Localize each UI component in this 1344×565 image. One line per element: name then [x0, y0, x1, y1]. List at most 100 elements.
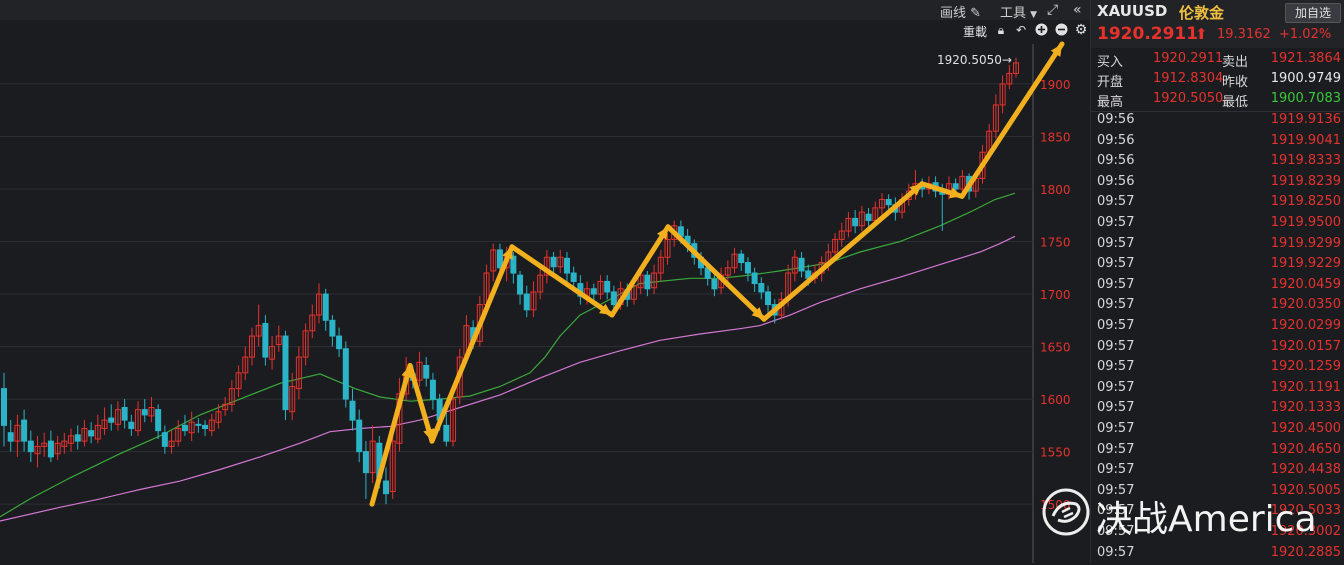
- tick-time: 09:57: [1097, 318, 1135, 333]
- quote-panel: XAUUSD 伦敦金 加自选 1920.2911 ⬆ 19.3162 +1.02…: [1090, 0, 1344, 563]
- fullscreen-icon[interactable]: ⤢: [1047, 2, 1058, 18]
- tick-price: 1919.9041: [1270, 132, 1341, 148]
- candle-down: [751, 272, 758, 285]
- candle-down: [517, 274, 524, 295]
- tick-price: 1920.4650: [1270, 441, 1341, 457]
- high-low-row: 最高 1920.5050 最低 1900.7083: [1091, 91, 1344, 111]
- tick-price: 1920.4438: [1270, 462, 1341, 478]
- candle-down: [282, 335, 289, 411]
- bid-value: 1920.2911: [1153, 51, 1224, 66]
- open-label: 开盘: [1097, 75, 1124, 90]
- candle-down: [336, 335, 343, 350]
- tick-price: 1919.9229: [1270, 256, 1341, 272]
- tick-price: 1919.8239: [1270, 173, 1341, 189]
- candle-down: [610, 291, 617, 306]
- candle-down: [141, 409, 148, 416]
- tick-price: 1920.4500: [1270, 421, 1341, 436]
- tick-row: 09:57 1920.2885: [1091, 545, 1344, 565]
- tick-row: 09:57 1920.4650: [1091, 442, 1344, 463]
- tools-button[interactable]: 工具 ▼: [1000, 2, 1037, 21]
- tick-price: 1920.2885: [1270, 544, 1341, 560]
- tick-row: 09:57 1920.0459: [1091, 277, 1344, 298]
- candle-down: [108, 417, 115, 423]
- arrow-up-icon: ⬆: [1195, 25, 1208, 43]
- tools-label: 工具: [1000, 6, 1027, 21]
- y-tick-label: 1900: [1040, 78, 1071, 92]
- draw-line-label: 画线: [940, 6, 967, 21]
- draw-line-button[interactable]: 画线 ✎: [940, 2, 981, 21]
- trend-arrow-segment: [609, 224, 671, 318]
- tick-time: 09:57: [1097, 297, 1135, 313]
- candle-down: [121, 407, 128, 421]
- add-watchlist-button[interactable]: 加自选: [1285, 3, 1341, 23]
- candle-down: [1, 388, 7, 426]
- watermark-logo-icon: [1042, 488, 1090, 536]
- settings-gear-icon[interactable]: ⚙: [1074, 23, 1088, 37]
- watermark: 决战America: [1040, 484, 1340, 540]
- reload-button[interactable]: 重載: [963, 23, 987, 40]
- low-value: 1900.7083: [1270, 91, 1341, 106]
- high-label: 最高: [1097, 95, 1124, 110]
- collapse-panel-icon[interactable]: «: [1073, 2, 1082, 18]
- tick-price: 1919.9500: [1270, 215, 1341, 230]
- candle-down: [47, 440, 54, 458]
- watermark-text: 决战America: [1096, 499, 1317, 540]
- tick-row: 09:57 1920.0350: [1091, 297, 1344, 318]
- tick-time: 09:57: [1097, 462, 1135, 478]
- tick-price: 1920.1333: [1270, 400, 1341, 416]
- y-tick-label: 1800: [1040, 183, 1071, 197]
- y-tick-label: 1650: [1040, 341, 1071, 355]
- tick-time: 09:57: [1097, 338, 1135, 354]
- y-tick-label: 1550: [1040, 446, 1071, 460]
- candle-down: [738, 253, 745, 264]
- quote-header: XAUUSD 伦敦金 加自选 1920.2911 ⬆ 19.3162 +1.02…: [1091, 0, 1344, 48]
- tick-time: 09:57: [1097, 441, 1135, 457]
- trend-arrow-segment: [761, 181, 925, 322]
- last-price: 1920.2911: [1097, 24, 1199, 44]
- tick-time: 09:56: [1097, 153, 1135, 169]
- open-prev-row: 开盘 1912.8304 昨收 1900.9749: [1091, 71, 1344, 91]
- candle-down: [744, 262, 751, 274]
- candle-down: [262, 322, 269, 358]
- tick-price: 1920.0459: [1270, 276, 1341, 292]
- trend-arrow-segment: [429, 244, 515, 444]
- y-tick-label: 1700: [1040, 288, 1071, 302]
- lock-icon[interactable]: 🔒︎: [994, 23, 1008, 37]
- tick-time: 09:57: [1097, 421, 1135, 436]
- low-label: 最低: [1222, 95, 1249, 110]
- tick-row: 09:57 1920.4438: [1091, 462, 1344, 483]
- candle-down: [570, 272, 577, 282]
- candle-down: [758, 283, 765, 293]
- zoom-in-icon[interactable]: [1034, 23, 1048, 37]
- candle-down: [604, 280, 611, 293]
- tick-time: 09:56: [1097, 132, 1135, 148]
- candle-down: [852, 217, 859, 227]
- candle-down: [181, 424, 188, 432]
- symbol-code: XAUUSD: [1097, 2, 1168, 20]
- chart-panel[interactable]: 1500 1550 1600 1650 1700 1750 1800 1850 1900 1920…: [0, 0, 1090, 563]
- tick-time: 09:57: [1097, 400, 1135, 416]
- tick-time: 09:57: [1097, 235, 1135, 251]
- candle-down: [765, 291, 772, 306]
- undo-icon[interactable]: ↶: [1014, 23, 1028, 37]
- high-value: 1920.5050: [1153, 91, 1224, 106]
- prev-close-label: 昨收: [1222, 75, 1249, 90]
- candle-down: [865, 213, 872, 222]
- caret-down-icon: ▼: [1030, 10, 1038, 20]
- tick-row: 09:57 1919.9229: [1091, 256, 1344, 277]
- candle-down: [21, 419, 28, 442]
- candlestick-chart[interactable]: 1500155016001650170017501800185019001920…: [0, 0, 1090, 563]
- candle-down: [195, 423, 202, 426]
- open-value: 1912.8304: [1153, 71, 1224, 86]
- candle-down: [202, 424, 209, 430]
- zoom-out-icon[interactable]: [1054, 23, 1068, 37]
- tick-price: 1920.0350: [1270, 297, 1341, 313]
- candle-down: [356, 419, 363, 453]
- candle-down: [523, 293, 530, 311]
- tick-row: 09:57 1919.8250: [1091, 194, 1344, 215]
- candle-down: [885, 198, 892, 206]
- candle-down: [952, 183, 959, 190]
- prev-close-value: 1900.9749: [1270, 71, 1341, 86]
- tick-row: 09:56 1919.9041: [1091, 133, 1344, 154]
- tick-price: 1920.1259: [1270, 359, 1341, 375]
